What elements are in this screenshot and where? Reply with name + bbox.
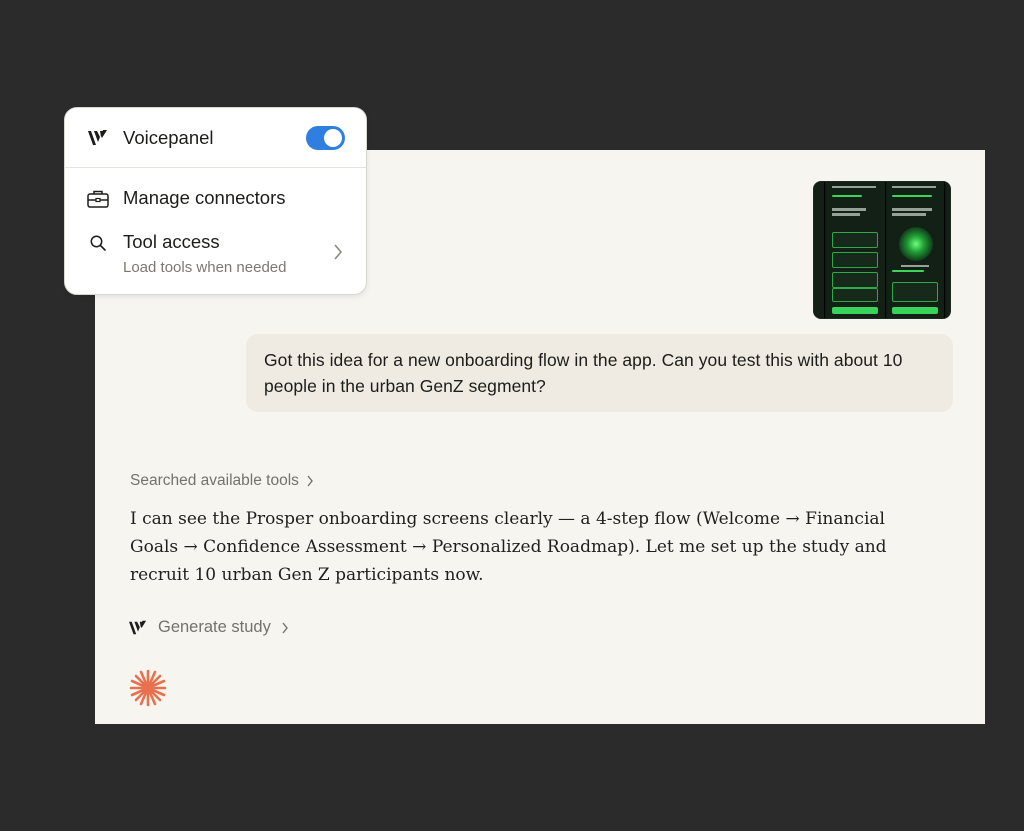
thumb-screen-edge-right [946, 182, 950, 318]
tool-access-sublabel: Load tools when needed [123, 259, 287, 276]
attached-image-thumbnail[interactable] [813, 181, 951, 319]
toolbox-icon [87, 190, 109, 208]
generate-study-action[interactable]: Generate study [128, 618, 289, 637]
thumb-screen-edge [814, 182, 825, 318]
claude-spark-icon [129, 669, 167, 707]
assistant-message: I can see the Prosper onboarding screens… [130, 509, 887, 585]
thumb-screen-goals [826, 182, 886, 318]
chevron-right-icon [282, 622, 288, 633]
voicepanel-toggle[interactable] [306, 126, 345, 150]
voicepanel-title: Voicepanel [123, 127, 214, 148]
generate-study-label: Generate study [158, 618, 271, 636]
search-icon [90, 235, 106, 251]
toggle-knob [324, 129, 342, 147]
manage-connectors-item[interactable]: Manage connectors [123, 187, 286, 209]
user-message-bubble: Got this idea for a new onboarding flow … [246, 334, 953, 412]
user-message-text: Got this idea for a new onboarding flow … [264, 350, 903, 396]
voicepanel-row[interactable]: Voicepanel [65, 108, 366, 168]
connectors-popover: Voicepanel Manage connectors Tool access… [64, 107, 367, 295]
thumb-screen-assessment [887, 182, 945, 318]
voicepanel-logo-icon [88, 130, 107, 145]
tool-status-label: Searched available tools [130, 472, 299, 489]
tool-access-item[interactable]: Tool access [123, 231, 220, 253]
chevron-right-icon [307, 475, 313, 487]
voicepanel-logo-icon [129, 620, 147, 634]
chevron-right-icon[interactable] [331, 242, 345, 262]
tool-status-link[interactable]: Searched available tools [130, 472, 314, 490]
